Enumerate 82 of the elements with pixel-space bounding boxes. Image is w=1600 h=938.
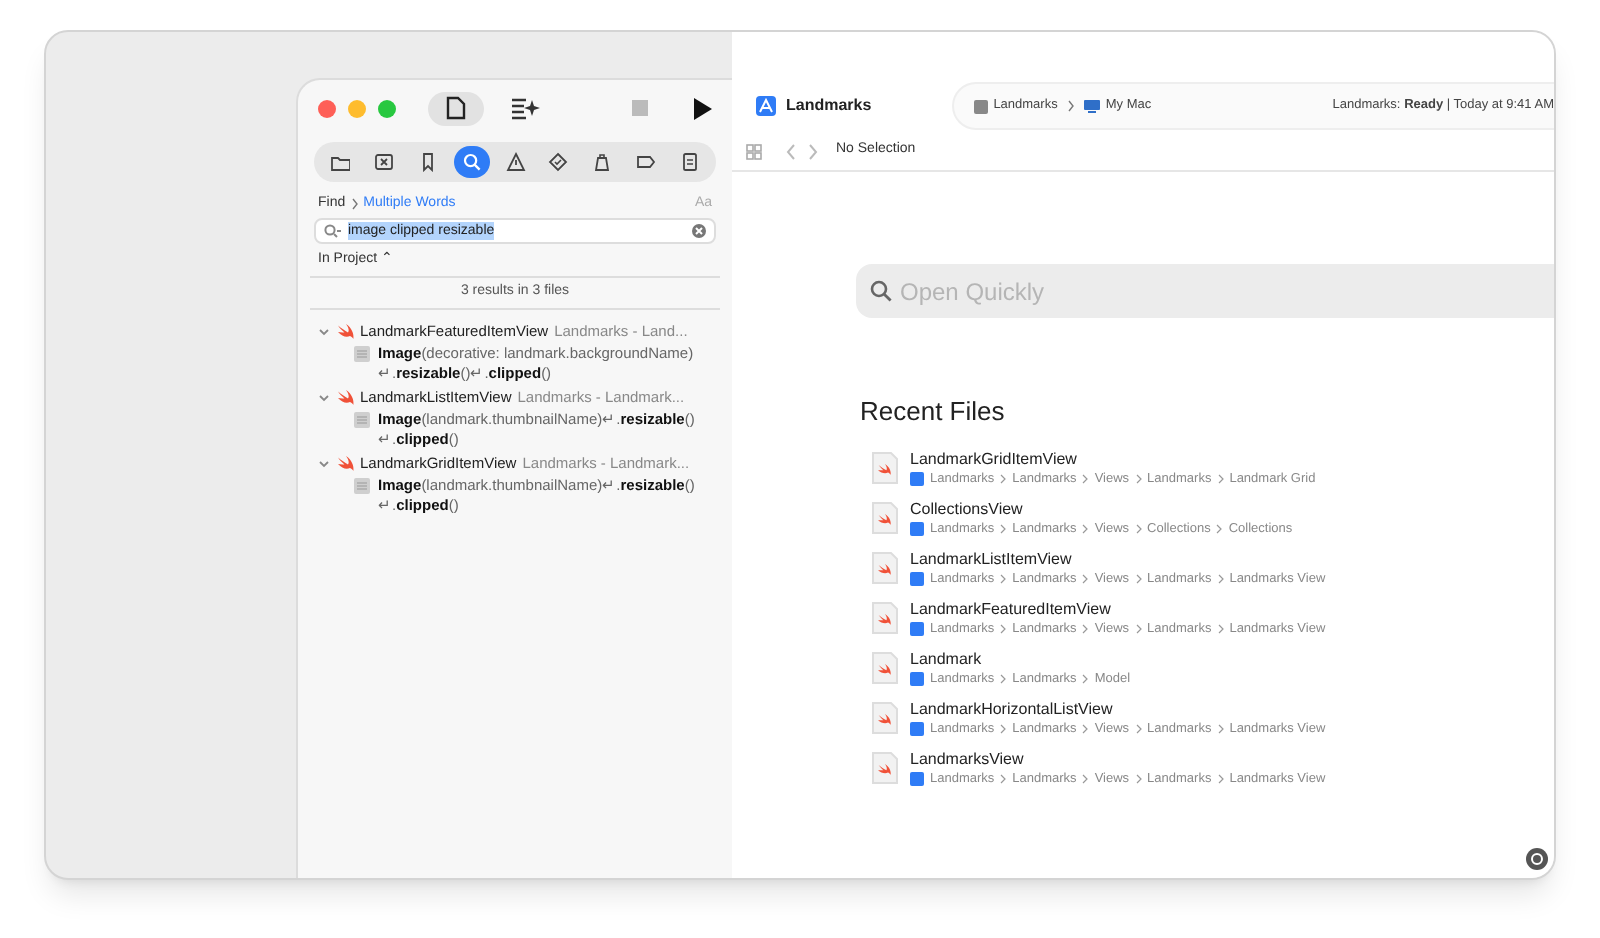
project-icon xyxy=(910,771,924,785)
project-icon xyxy=(910,521,924,535)
sparkle-icon[interactable] xyxy=(512,96,540,120)
warning-icon xyxy=(505,152,525,172)
project-icon xyxy=(910,471,924,485)
chevron-icon xyxy=(1082,673,1089,683)
project-icon xyxy=(910,721,924,735)
report-icon xyxy=(680,152,700,172)
chevron-icon xyxy=(1216,523,1223,533)
chevron-icon xyxy=(1082,473,1089,483)
close-button[interactable] xyxy=(318,99,336,117)
swift-icon xyxy=(336,456,354,472)
search-tab[interactable] xyxy=(453,146,490,178)
swift-icon xyxy=(336,324,354,340)
chevron-icon xyxy=(1082,573,1089,583)
breakpoint-icon xyxy=(636,152,657,172)
chevron-icon xyxy=(1217,573,1224,583)
chevron-icon xyxy=(1217,723,1224,733)
chevron-icon xyxy=(1135,473,1142,483)
project-icon xyxy=(910,621,924,635)
disclosure-icon[interactable] xyxy=(318,326,330,338)
clear-icon[interactable] xyxy=(692,224,706,238)
app-icon xyxy=(756,96,776,116)
document-button[interactable] xyxy=(428,91,484,125)
document-icon xyxy=(446,96,466,120)
swift-file-icon xyxy=(872,602,898,634)
source-control-icon xyxy=(373,152,394,172)
swift-file-icon xyxy=(872,652,898,684)
recent-file-name[interactable]: CollectionsView xyxy=(910,499,1293,519)
code-line-icon xyxy=(354,478,370,494)
recent-file-name[interactable]: LandmarkGridItemView xyxy=(910,449,1316,469)
chevron-icon xyxy=(1000,773,1007,783)
chevron-icon xyxy=(1217,773,1224,783)
chevron-icon xyxy=(351,198,358,210)
swift-icon xyxy=(336,390,354,406)
recent-file-name[interactable]: Landmark xyxy=(910,649,1131,669)
project-icon xyxy=(910,571,924,585)
folder-icon xyxy=(330,152,350,172)
chevron-icon xyxy=(1082,623,1089,633)
search-icon xyxy=(870,280,892,302)
code-line-icon xyxy=(354,412,370,428)
chevron-icon xyxy=(1082,723,1089,733)
test-icon xyxy=(548,152,569,172)
chevron-icon xyxy=(1067,100,1074,112)
swift-file-icon xyxy=(872,452,898,484)
debug-icon xyxy=(592,152,613,172)
code-line-icon xyxy=(354,346,370,362)
chevron-icon xyxy=(1000,723,1007,733)
recent-file-name[interactable]: LandmarkHorizontalListView xyxy=(910,699,1326,719)
disclosure-icon[interactable] xyxy=(318,392,330,404)
chevron-icon xyxy=(1000,523,1007,533)
chevron-icon xyxy=(1217,473,1224,483)
project-title: Landmarks xyxy=(786,94,872,118)
chevron-icon xyxy=(1000,623,1007,633)
chevron-icon xyxy=(1000,673,1007,683)
recent-file-name[interactable]: LandmarkListItemView xyxy=(910,549,1326,569)
chevron-icon xyxy=(1135,623,1142,633)
chevron-icon xyxy=(1082,773,1089,783)
swift-file-icon xyxy=(872,502,898,534)
help-icon[interactable] xyxy=(1526,848,1548,870)
search-icon xyxy=(461,152,482,172)
chevron-icon xyxy=(1135,573,1142,583)
chevron-icon xyxy=(1000,473,1007,483)
swift-file-icon xyxy=(872,752,898,784)
section-title: Recent Files xyxy=(860,394,1007,430)
chevron-icon xyxy=(1135,523,1142,533)
chevron-icon xyxy=(1082,523,1089,533)
disclosure-icon[interactable] xyxy=(318,458,330,470)
swift-file-icon xyxy=(872,552,898,584)
search-icon xyxy=(324,224,342,238)
recent-file-name[interactable]: LandmarkFeaturedItemView xyxy=(910,599,1326,619)
recent-file-name[interactable]: LandmarksView xyxy=(910,749,1326,769)
chevron-icon xyxy=(1135,773,1142,783)
computer-icon xyxy=(1083,99,1100,113)
project-icon xyxy=(910,671,924,685)
swift-file-icon xyxy=(872,702,898,734)
scheme-icon xyxy=(973,99,988,113)
chevron-icon xyxy=(1217,623,1224,633)
chevron-icon xyxy=(1000,573,1007,583)
play-icon[interactable] xyxy=(692,97,712,119)
chevron-icon xyxy=(1135,723,1142,733)
bookmark-icon xyxy=(417,152,438,172)
